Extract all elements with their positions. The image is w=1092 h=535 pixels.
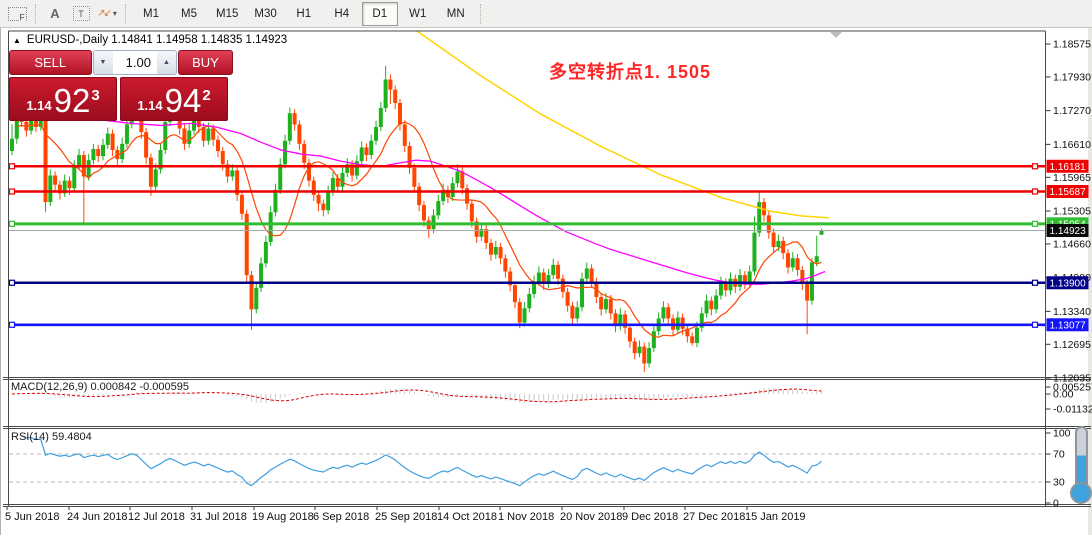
svg-text:14 Oct 2018: 14 Oct 2018 <box>437 511 497 523</box>
svg-text:1.18575: 1.18575 <box>1053 39 1091 51</box>
toolbar-separator <box>35 4 37 24</box>
freeze-grid-button[interactable]: F <box>5 2 29 26</box>
svg-text:1.14660: 1.14660 <box>1053 238 1091 250</box>
arrows-tool-button[interactable]: ↗↙ ▾ <box>95 2 119 26</box>
svg-text:0: 0 <box>1053 498 1059 510</box>
svg-text:24 Jun 2018: 24 Jun 2018 <box>67 511 128 523</box>
svg-text:1.17930: 1.17930 <box>1053 71 1091 83</box>
svg-text:1.13900: 1.13900 <box>1050 278 1087 289</box>
volume-value[interactable]: 1.00 <box>113 51 157 74</box>
text-box-icon: T <box>73 6 90 21</box>
svg-text:25 Sep 2018: 25 Sep 2018 <box>375 511 437 523</box>
timeframe-M1[interactable]: M1 <box>133 2 169 26</box>
macd-label: MACD(12,26,9) 0.000842 -0.000595 <box>11 381 189 393</box>
toolbar-separator <box>480 4 482 24</box>
volume-up-button[interactable]: ▲ <box>157 51 176 74</box>
svg-text:9 Dec 2018: 9 Dec 2018 <box>622 511 678 523</box>
svg-text:1.16181: 1.16181 <box>1050 162 1087 173</box>
timeframe-H1[interactable]: H1 <box>286 2 322 26</box>
rsi-label: RSI(14) 59.4804 <box>11 431 92 443</box>
svg-text:1.13340: 1.13340 <box>1053 306 1091 318</box>
timeframe-M5[interactable]: M5 <box>171 2 207 26</box>
one-click-trading-panel: SELL ▼ 1.00 ▲ BUY 1.14 92 3 1.14 94 2 <box>9 50 233 121</box>
svg-text:5 Jun 2018: 5 Jun 2018 <box>5 511 59 523</box>
volume-stepper: ▼ 1.00 ▲ <box>93 50 177 75</box>
sell-button[interactable]: SELL <box>9 50 92 75</box>
svg-text:1.15305: 1.15305 <box>1053 205 1091 217</box>
chart-title-text: EURUSD-,Daily 1.14841 1.14958 1.14835 1.… <box>27 34 287 46</box>
thermometer-bulb <box>1070 482 1092 504</box>
diagonal-arrows-icon: ↗↙ <box>97 8 110 19</box>
letter-a-icon: A <box>50 6 59 21</box>
svg-text:1.14923: 1.14923 <box>1050 226 1087 237</box>
svg-text:0.00: 0.00 <box>1053 389 1074 401</box>
chart-title: ▲ EURUSD-,Daily 1.14841 1.14958 1.14835 … <box>13 34 287 46</box>
svg-text:27 Dec 2018: 27 Dec 2018 <box>683 511 745 523</box>
svg-text:12 Jul 2018: 12 Jul 2018 <box>128 511 185 523</box>
volume-down-button[interactable]: ▼ <box>94 51 113 74</box>
svg-text:1 Nov 2018: 1 Nov 2018 <box>498 511 554 523</box>
toolbar-separator <box>125 4 127 24</box>
buy-price-tile[interactable]: 1.14 94 2 <box>120 77 228 121</box>
thermometer-icon[interactable] <box>1069 426 1092 512</box>
buy-price-prefix: 1.14 <box>137 98 162 113</box>
mt4-terminal: F A T ↗↙ ▾ M1M5M15M30H1H4D1W1MN 1.185751… <box>0 0 1092 535</box>
text-label-button[interactable]: T <box>69 2 93 26</box>
timeframe-D1[interactable]: D1 <box>362 2 398 26</box>
svg-text:1.17270: 1.17270 <box>1053 105 1091 117</box>
buy-button[interactable]: BUY <box>178 50 233 75</box>
svg-text:15 Jan 2019: 15 Jan 2019 <box>745 511 806 523</box>
svg-text:1.15687: 1.15687 <box>1050 187 1087 198</box>
svg-text:20 Nov 2018: 20 Nov 2018 <box>560 511 622 523</box>
svg-text:1.12695: 1.12695 <box>1053 339 1091 351</box>
svg-text:1.16610: 1.16610 <box>1053 139 1091 151</box>
svg-text:1.15965: 1.15965 <box>1053 172 1091 184</box>
timeframe-MN[interactable]: MN <box>438 2 474 26</box>
svg-text:70: 70 <box>1053 449 1065 461</box>
sell-price-sup: 3 <box>91 87 99 104</box>
sell-price-big: 92 <box>54 86 91 116</box>
toolbar: F A T ↗↙ ▾ M1M5M15M30H1H4D1W1MN <box>0 0 1092 28</box>
thermometer-stem <box>1075 426 1088 490</box>
svg-text:1.13077: 1.13077 <box>1050 320 1087 331</box>
timeframe-group: M1M5M15M30H1H4D1W1MN <box>132 2 475 26</box>
font-button[interactable]: A <box>43 2 67 26</box>
chart-window: 1.18575 1.17930 1.17270 1.16610 1.15965 1.153… <box>0 28 1092 535</box>
timeframe-M30[interactable]: M30 <box>247 2 283 26</box>
sell-price-prefix: 1.14 <box>26 98 51 113</box>
svg-text:6 Sep 2018: 6 Sep 2018 <box>313 511 369 523</box>
buy-price-big: 94 <box>165 86 202 116</box>
timeframe-M15[interactable]: M15 <box>209 2 245 26</box>
sell-price-tile[interactable]: 1.14 92 3 <box>9 77 117 121</box>
freeze-grid-icon: F <box>8 7 27 21</box>
svg-text:-0.011328: -0.011328 <box>1053 404 1092 416</box>
dropdown-caret-icon: ▾ <box>113 9 117 18</box>
chinese-annotation: 多空转折点1. 1505 <box>549 58 711 84</box>
buy-price-sup: 2 <box>202 87 210 104</box>
svg-text:30: 30 <box>1053 477 1065 489</box>
svg-text:31 Jul 2018: 31 Jul 2018 <box>190 511 247 523</box>
timeframe-H4[interactable]: H4 <box>324 2 360 26</box>
timeframe-W1[interactable]: W1 <box>400 2 436 26</box>
collapse-triangle-icon: ▲ <box>13 36 21 45</box>
svg-text:19 Aug 2018: 19 Aug 2018 <box>252 511 314 523</box>
